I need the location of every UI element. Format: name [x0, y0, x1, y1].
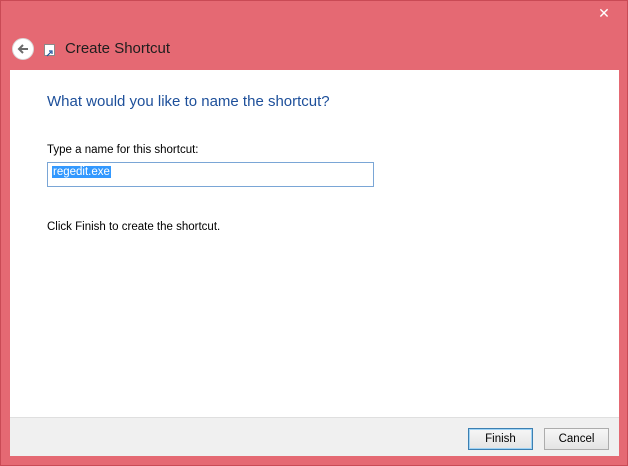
close-icon: ✕	[598, 4, 610, 21]
page-heading: What would you like to name the shortcut…	[47, 93, 330, 110]
close-button[interactable]: ✕	[589, 2, 619, 24]
shortcut-name-value: regedit.exe	[52, 166, 111, 178]
back-button[interactable]	[12, 38, 34, 60]
back-arrow-icon	[17, 44, 28, 54]
name-field-label: Type a name for this shortcut:	[47, 144, 199, 156]
instructions-text: Click Finish to create the shortcut.	[47, 221, 221, 233]
wizard-footer: Finish Cancel	[10, 417, 619, 456]
create-shortcut-window: ✕ Create Shortcut What would you like to…	[0, 0, 628, 466]
shortcut-name-input[interactable]: regedit.exe	[47, 162, 374, 187]
window-title: Create Shortcut	[65, 40, 171, 57]
cancel-button[interactable]: Cancel	[544, 428, 609, 450]
finish-button[interactable]: Finish	[468, 428, 533, 450]
shortcut-app-icon	[44, 44, 55, 57]
wizard-content: What would you like to name the shortcut…	[10, 70, 619, 417]
wizard-header: Create Shortcut	[1, 29, 628, 69]
